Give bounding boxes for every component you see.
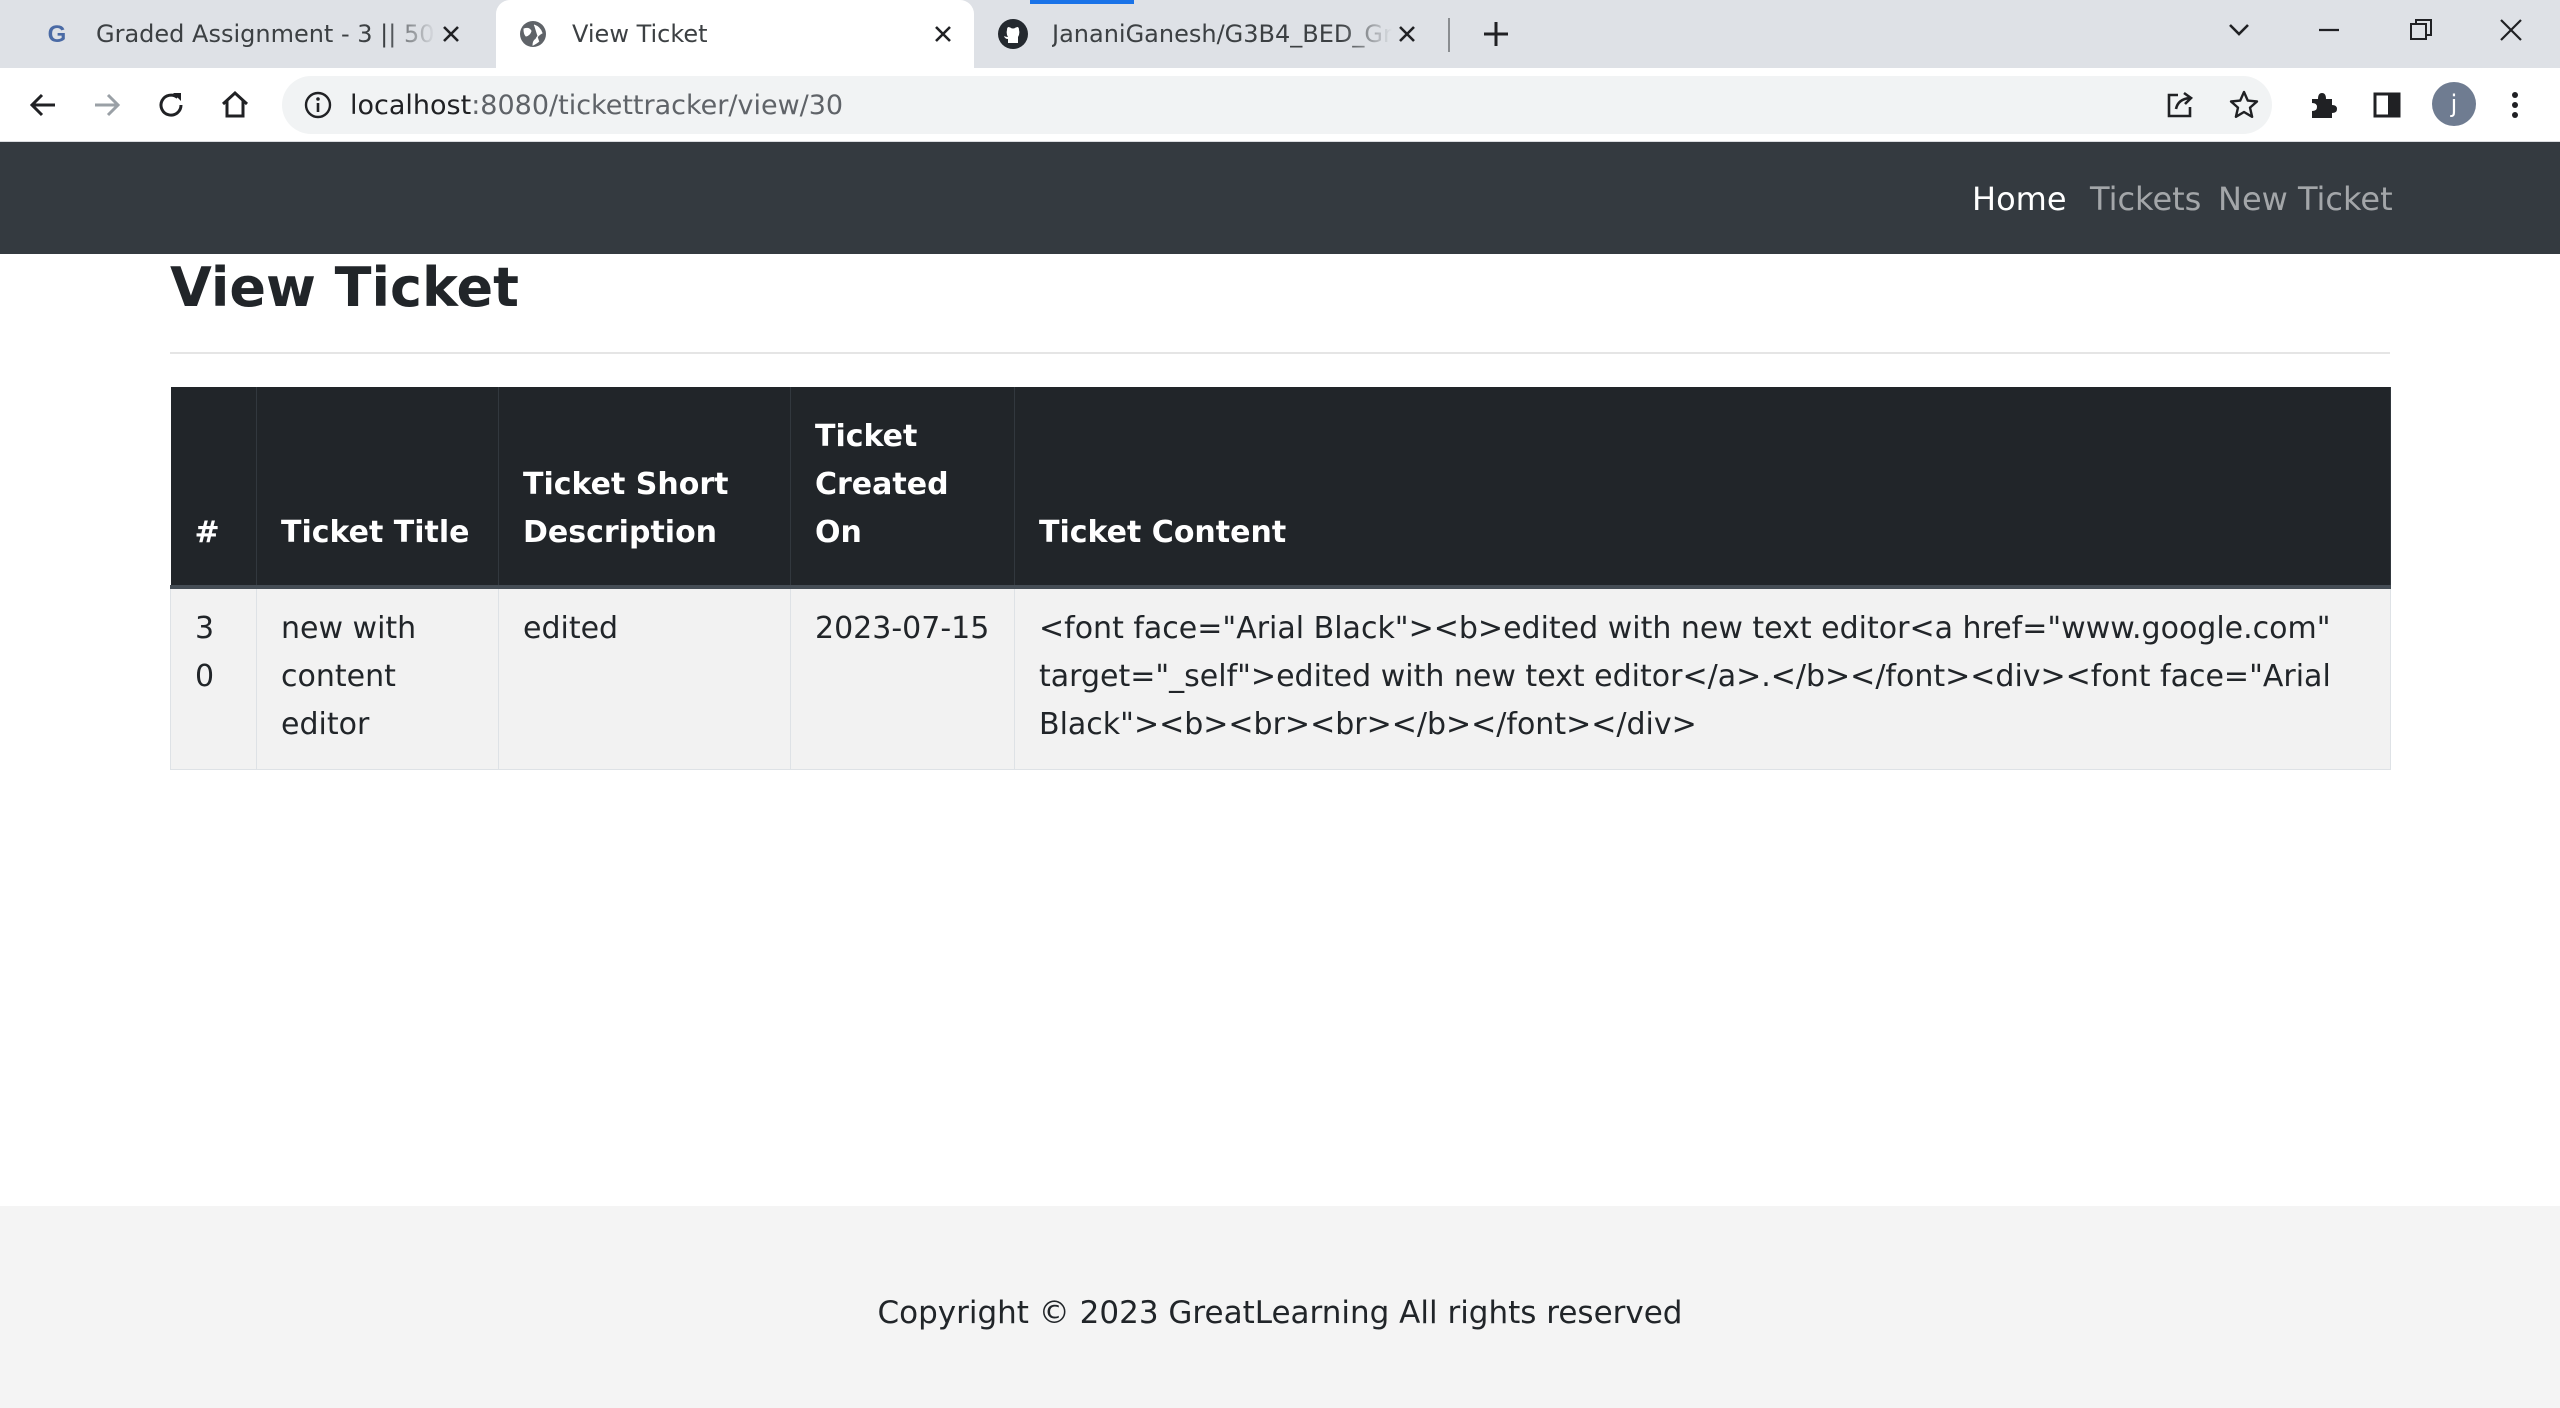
plus-icon xyxy=(1484,22,1508,46)
column-header-created-on: Ticket Created On xyxy=(790,387,1015,589)
puzzle-icon xyxy=(2312,93,2337,118)
column-header-short-description: Ticket Short Description xyxy=(498,387,791,589)
minimize-button[interactable] xyxy=(2284,0,2374,60)
tab-search-button[interactable] xyxy=(2194,0,2284,60)
browser-tab-github[interactable]: JananiGanesh/G3B4_BED_GradedAssignment xyxy=(976,0,1438,68)
forward-button[interactable] xyxy=(86,84,128,126)
browser-tab-view-ticket[interactable]: View Ticket xyxy=(496,0,974,68)
nav-link-new-ticket[interactable]: New Ticket xyxy=(2218,180,2393,218)
bookmark-star-icon[interactable] xyxy=(2224,85,2264,125)
close-tab-icon[interactable] xyxy=(928,19,958,49)
close-tab-icon[interactable] xyxy=(436,19,466,49)
site-navbar: Home Tickets New Ticket xyxy=(0,142,2560,254)
extensions-button[interactable] xyxy=(2302,84,2344,126)
nav-link-home[interactable]: Home xyxy=(1972,180,2067,218)
close-icon xyxy=(2500,19,2522,41)
cell-ticket-title: new with content editor xyxy=(256,586,499,770)
home-button[interactable] xyxy=(214,84,256,126)
profile-avatar[interactable]: j xyxy=(2432,82,2476,126)
new-tab-button[interactable] xyxy=(1476,14,1516,54)
tab-title: Graded Assignment - 3 || 50 Marks xyxy=(96,20,436,48)
browser-toolbar: localhost:8080/tickettracker/view/30 j xyxy=(0,68,2560,142)
page-title: View Ticket xyxy=(170,256,519,319)
browser-tab-strip: G Graded Assignment - 3 || 50 Marks View… xyxy=(0,0,2560,68)
browser-menu-button[interactable] xyxy=(2494,84,2536,126)
chevron-down-icon xyxy=(2229,24,2249,36)
minimize-icon xyxy=(2319,28,2339,32)
restore-icon xyxy=(2410,19,2432,40)
column-header-number: # xyxy=(170,387,257,589)
reload-icon xyxy=(159,93,183,117)
copyright-text: Copyright © 2023 GreatLearning All right… xyxy=(877,1295,1683,1331)
cell-ticket-id: 30 xyxy=(170,586,257,770)
home-icon xyxy=(221,90,249,118)
url-text: localhost:8080/tickettracker/view/30 xyxy=(350,90,843,121)
reload-button[interactable] xyxy=(150,84,192,126)
site-info-icon[interactable] xyxy=(298,85,338,125)
cell-ticket-short-description: edited xyxy=(498,586,791,770)
cell-ticket-content: <font face="Arial Black"><b>edited with … xyxy=(1014,586,2391,770)
side-panel-icon xyxy=(2373,92,2401,118)
column-header-content: Ticket Content xyxy=(1014,387,2391,589)
close-tab-icon[interactable] xyxy=(1392,19,1422,49)
globe-icon xyxy=(516,17,550,51)
table-row: 30 new with content editor edited 2023-0… xyxy=(170,586,2391,770)
tab-title: JananiGanesh/G3B4_BED_GradedAssignment xyxy=(1052,20,1392,48)
github-icon xyxy=(996,17,1030,51)
google-g-icon: G xyxy=(40,17,74,51)
nav-link-tickets[interactable]: Tickets xyxy=(2090,180,2201,218)
arrow-right-icon xyxy=(95,93,121,117)
table-header-row: # Ticket Title Ticket Short Description … xyxy=(170,387,2391,589)
address-bar[interactable]: localhost:8080/tickettracker/view/30 xyxy=(282,76,2272,134)
kebab-menu-icon xyxy=(2512,92,2518,118)
ticket-table: # Ticket Title Ticket Short Description … xyxy=(170,387,2391,770)
close-window-button[interactable] xyxy=(2466,0,2556,60)
site-footer: Copyright © 2023 GreatLearning All right… xyxy=(0,1206,2560,1408)
side-panel-button[interactable] xyxy=(2366,84,2408,126)
tab-title: View Ticket xyxy=(572,20,708,48)
title-divider xyxy=(170,352,2390,354)
browser-tab-graded-assignment[interactable]: G Graded Assignment - 3 || 50 Marks xyxy=(20,0,482,68)
svg-text:G: G xyxy=(48,21,67,48)
url-path: :8080/tickettracker/view/30 xyxy=(471,89,844,121)
column-header-title: Ticket Title xyxy=(256,387,499,589)
tab-divider xyxy=(1448,18,1450,52)
cell-ticket-created-on: 2023-07-15 xyxy=(790,586,1015,770)
arrow-left-icon xyxy=(29,93,55,117)
restore-button[interactable] xyxy=(2376,0,2466,60)
url-host: localhost xyxy=(350,89,472,121)
back-button[interactable] xyxy=(22,84,64,126)
share-icon[interactable] xyxy=(2160,85,2200,125)
